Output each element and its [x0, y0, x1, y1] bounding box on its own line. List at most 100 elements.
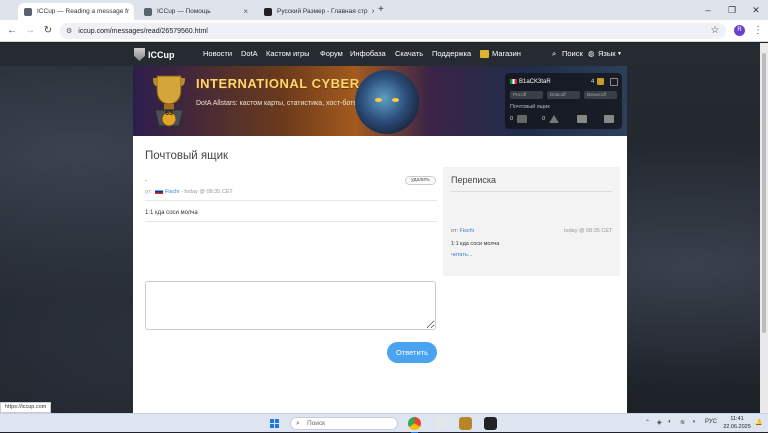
- minimize-icon[interactable]: –: [696, 0, 720, 20]
- chevron-down-icon[interactable]: ▼: [617, 51, 622, 57]
- notification-bell-icon[interactable]: 🔔: [755, 419, 762, 426]
- nav-custom-games[interactable]: Кастом игры: [266, 49, 310, 58]
- warning-icon[interactable]: [549, 115, 559, 123]
- level-badge: 63: [165, 110, 173, 117]
- italy-flag-icon: [510, 79, 517, 84]
- site-logo[interactable]: ICCup: [134, 47, 175, 62]
- delete-button[interactable]: удалить: [405, 176, 436, 185]
- mail-count: 0: [510, 116, 514, 122]
- warcraft-app-icon[interactable]: [459, 417, 472, 430]
- menu-kebab-icon[interactable]: ⋮: [752, 25, 764, 37]
- language-indicator[interactable]: РУС: [705, 419, 717, 425]
- logo-text: ICCup: [148, 49, 175, 60]
- page-title: Почтовый ящик: [145, 150, 229, 162]
- windows-start-icon[interactable]: [270, 419, 279, 428]
- conversation-preview: 1:1 кда соси молча: [451, 241, 500, 247]
- close-tab-icon[interactable]: ×: [239, 7, 248, 16]
- windows-taskbar: ⌕ Поиск ⌃ ◈ ◐ ≋ ◖ РУС 11:41 22.06.2025 🔔: [0, 413, 768, 433]
- username[interactable]: B1aCK3taR: [519, 79, 551, 85]
- divider: [145, 200, 437, 201]
- game-app-icon[interactable]: [484, 417, 497, 430]
- browser-tab[interactable]: ICCup — Reading a message fr ×: [18, 3, 134, 20]
- shop-icon: [480, 50, 489, 58]
- message-subject: .: [145, 174, 148, 183]
- from-prefix: от:: [145, 189, 152, 195]
- globe-icon[interactable]: ◍: [588, 49, 595, 58]
- conversation-title: Переписка: [451, 175, 497, 185]
- nav-forum[interactable]: Форум: [320, 49, 343, 58]
- mailbox-label[interactable]: Почтовый ящик: [510, 104, 550, 110]
- forward-icon[interactable]: →: [24, 25, 36, 37]
- hero-eye: [392, 98, 399, 102]
- close-tab-icon[interactable]: ×: [129, 7, 134, 16]
- close-window-icon[interactable]: ✕: [744, 0, 768, 20]
- chrome-app-icon[interactable]: [408, 417, 421, 433]
- sender-link[interactable]: Fischi: [165, 189, 179, 195]
- sender-link[interactable]: Fischi: [460, 228, 474, 234]
- browser-tab[interactable]: ICCup — Помощь ×: [138, 3, 254, 20]
- app-icon[interactable]: [434, 417, 447, 430]
- pro-status-pill[interactable]: Pro:off: [510, 91, 543, 99]
- site-favicon-icon: [264, 7, 272, 16]
- site-navigation: ICCup Новости DotA Кастом игры Форум Инф…: [0, 43, 768, 66]
- browser-tab[interactable]: Русский Размер - Главная стр ×: [258, 3, 374, 20]
- bonus-status-pill[interactable]: Bonus:off: [584, 91, 617, 99]
- page-scrollbar[interactable]: [760, 43, 768, 413]
- reply-button[interactable]: Ответить: [387, 342, 437, 363]
- taskbar-search[interactable]: ⌕ Поиск: [290, 417, 398, 430]
- dota-status-pill[interactable]: Dota:off: [547, 91, 580, 99]
- nav-dota[interactable]: DotA: [241, 49, 258, 58]
- message-time: today @ 08:35 CET: [184, 189, 233, 195]
- back-icon[interactable]: ←: [6, 25, 18, 37]
- clock-time: 11:41: [730, 416, 744, 422]
- status-url-tooltip: https://iccup.com: [0, 402, 52, 413]
- site-info-icon[interactable]: ⚙: [66, 27, 72, 35]
- hero-eye: [375, 98, 382, 102]
- nav-download[interactable]: Скачать: [395, 49, 423, 58]
- tray-app-icon[interactable]: ◐: [668, 419, 672, 425]
- reload-icon[interactable]: ↻: [42, 25, 54, 37]
- divider: [145, 221, 437, 222]
- wrench-icon[interactable]: [577, 115, 587, 123]
- address-toolbar: ← → ↻ ⚙ iccup.com/messages/read/26579560…: [0, 20, 768, 42]
- tab-title: ICCup — Reading a message fr: [37, 8, 130, 15]
- nav-infobase[interactable]: Инфобаза: [350, 49, 386, 58]
- from-prefix: от:: [451, 228, 458, 234]
- user-panel: B1aCK3taR 4 Pro:off Dota:off Bonus:off П…: [505, 73, 622, 129]
- url-bar[interactable]: ⚙ iccup.com/messages/read/26579560.html: [60, 23, 726, 39]
- nav-language[interactable]: Язык: [598, 49, 616, 58]
- envelope-icon[interactable]: [517, 115, 527, 123]
- meta-separator: -: [180, 189, 183, 195]
- nav-news[interactable]: Новости: [203, 49, 232, 58]
- search-icon[interactable]: ⌕: [552, 49, 556, 59]
- iccup-favicon-icon: [24, 7, 32, 16]
- message-body: 1:1 кда соси молча: [145, 210, 198, 216]
- profile-avatar[interactable]: R: [734, 25, 745, 36]
- read-link[interactable]: читать...: [451, 252, 472, 258]
- web-page: ICCup Новости DotA Кастом игры Форум Инф…: [0, 43, 768, 413]
- trophy-icon: [153, 75, 185, 127]
- clock[interactable]: 11:41 22.06.2025: [720, 415, 754, 431]
- warning-count: 0: [542, 116, 546, 122]
- tray-chevron-icon[interactable]: ⌃: [645, 419, 650, 426]
- tray-app-icon[interactable]: ◈: [657, 419, 662, 426]
- scrollbar-thumb[interactable]: [762, 53, 766, 333]
- wifi-icon[interactable]: ≋: [680, 419, 685, 426]
- hero-artwork: [355, 70, 419, 134]
- search-placeholder: Поиск: [307, 420, 326, 427]
- tab-title: Русский Размер - Главная стр: [277, 8, 368, 15]
- nav-shop[interactable]: Магазин: [492, 49, 521, 58]
- bookmark-star-icon[interactable]: ☆: [709, 25, 721, 37]
- gold-icon: [597, 78, 604, 85]
- reply-textarea[interactable]: [145, 281, 436, 330]
- nav-support[interactable]: Поддержка: [432, 49, 471, 58]
- logout-icon[interactable]: [610, 78, 618, 86]
- nav-search[interactable]: Поиск: [562, 49, 583, 58]
- conversation-meta: от: Fischi: [451, 228, 474, 234]
- restore-icon[interactable]: ❐: [720, 0, 744, 20]
- close-tab-icon[interactable]: ×: [367, 7, 374, 16]
- volume-icon[interactable]: ◖: [692, 419, 696, 425]
- user-count: 4: [591, 79, 595, 85]
- new-tab-button[interactable]: +: [378, 4, 384, 15]
- upload-icon[interactable]: [604, 115, 614, 123]
